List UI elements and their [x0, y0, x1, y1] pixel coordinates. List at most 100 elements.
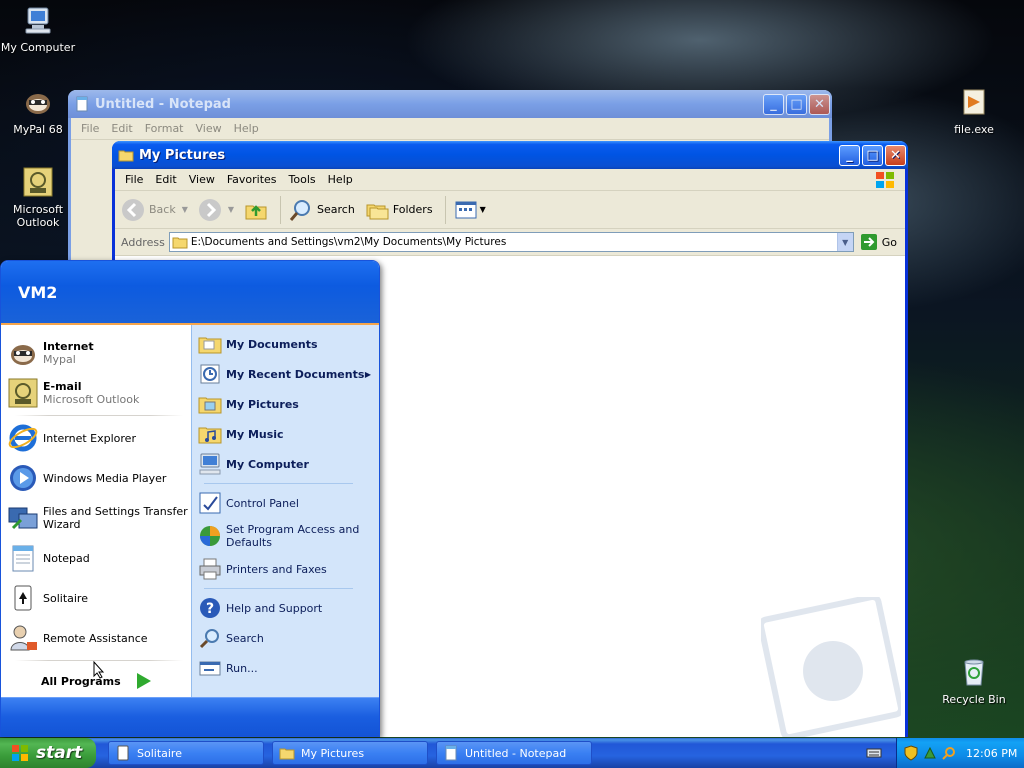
media-player-icon	[10, 465, 36, 491]
go-button[interactable]: Go	[860, 233, 897, 251]
maximize-button[interactable]: □	[786, 93, 807, 115]
place-my-computer[interactable]: My Computer	[198, 449, 379, 479]
place-label: My Computer	[226, 457, 309, 471]
help-icon: ?	[200, 598, 220, 618]
program-remote-assistance[interactable]: Remote Assistance	[7, 618, 191, 658]
clock[interactable]: 12:06 PM	[966, 747, 1017, 760]
menu-edit[interactable]: Edit	[149, 173, 182, 186]
start-button[interactable]: start	[0, 738, 96, 768]
program-notepad[interactable]: Notepad	[7, 538, 191, 578]
forward-button[interactable]: ▼	[198, 198, 234, 222]
address-path: E:\Documents and Settings\vm2\My Documen…	[190, 236, 507, 248]
folders-button[interactable]: Folders	[365, 198, 433, 222]
minimize-button[interactable]: _	[763, 93, 784, 115]
program-access-icon	[200, 526, 220, 546]
place-my-pictures[interactable]: My Pictures	[198, 389, 379, 419]
desktop-icon-mypal[interactable]: MyPal 68	[0, 86, 76, 136]
program-label: Windows Media Player	[43, 471, 167, 485]
folders-icon	[366, 204, 389, 219]
menu-favorites[interactable]: Favorites	[221, 173, 283, 186]
control-panel-icon	[199, 492, 221, 514]
program-windows-media-player[interactable]: Windows Media Player	[7, 458, 191, 498]
address-input[interactable]: E:\Documents and Settings\vm2\My Documen…	[168, 232, 854, 252]
program-solitaire[interactable]: Solitaire	[7, 578, 191, 618]
close-button[interactable]: ✕	[809, 93, 830, 115]
back-arrow-icon	[122, 198, 144, 221]
search-icon[interactable]	[941, 745, 957, 761]
setting-program-access[interactable]: Set Program Access and Defaults	[198, 518, 379, 554]
outlook-icon	[23, 167, 53, 197]
desktop-icon-my-computer[interactable]: My Computer	[0, 4, 76, 54]
search-button[interactable]: Search	[289, 198, 355, 222]
place-my-documents[interactable]: My Documents	[198, 329, 379, 359]
search-icon	[289, 199, 311, 221]
place-my-music[interactable]: My Music	[198, 419, 379, 449]
my-pictures-title: My Pictures	[139, 147, 226, 163]
setting-control-panel[interactable]: Control Panel	[198, 488, 379, 518]
menu-tools[interactable]: Tools	[283, 173, 322, 186]
place-label: My Recent Documents	[226, 367, 365, 381]
menu-file[interactable]: File	[119, 173, 149, 186]
notepad-titlebar[interactable]: Untitled - Notepad _ □ ✕	[68, 90, 832, 118]
up-folder-button[interactable]	[244, 198, 268, 222]
maximize-button[interactable]: □	[862, 144, 883, 166]
start-menu: VM2 Internet Mypal E-mail Microsoft Outloo…	[0, 260, 380, 737]
my-pictures-titlebar[interactable]: My Pictures _ □ ✕	[112, 141, 908, 169]
address-dropdown-button[interactable]: ▼	[836, 233, 853, 251]
taskbar-button-my-pictures[interactable]: My Pictures	[272, 741, 428, 765]
place-label: My Music	[226, 427, 284, 441]
windows-logo-icon	[12, 745, 28, 761]
explorer-menubar: File Edit View Favorites Tools Help	[115, 169, 905, 191]
menu-help[interactable]: Help	[322, 173, 359, 186]
search-icon	[199, 629, 219, 649]
place-my-recent-documents[interactable]: My Recent Documents ▶	[198, 359, 379, 389]
help-and-support[interactable]: ? Help and Support	[198, 593, 379, 623]
search-item[interactable]: Search	[198, 623, 379, 653]
pinned-email[interactable]: E-mail Microsoft Outlook	[7, 373, 191, 413]
menu-edit[interactable]: Edit	[105, 122, 138, 135]
menu-format[interactable]: Format	[139, 122, 190, 135]
views-icon	[455, 201, 477, 218]
keyboard-icon[interactable]	[866, 745, 882, 761]
program-label: Internet Explorer	[43, 431, 136, 445]
recent-documents-icon	[200, 364, 220, 384]
pinned-internet[interactable]: Internet Mypal	[7, 333, 191, 373]
run-item[interactable]: Run...	[198, 653, 379, 683]
system-tray: 12:06 PM	[896, 738, 1024, 768]
menu-view[interactable]: View	[183, 173, 221, 186]
pinned-subtitle: Mypal	[43, 353, 76, 366]
task-label: Solitaire	[137, 746, 182, 760]
all-programs-label: All Programs	[41, 674, 121, 688]
setting-printers-faxes[interactable]: Printers and Faxes	[198, 554, 379, 584]
views-button[interactable]: ▼	[454, 198, 486, 222]
security-shield-icon[interactable]	[903, 745, 919, 761]
menu-help[interactable]: Help	[228, 122, 265, 135]
run-icon	[199, 661, 221, 676]
user-name: VM2	[18, 283, 58, 302]
back-button[interactable]: Back ▼	[121, 198, 188, 222]
taskbar-button-notepad[interactable]: Untitled - Notepad	[436, 741, 592, 765]
menu-separator	[204, 483, 353, 484]
program-label: Files and Settings Transfer Wizard	[43, 505, 188, 531]
minimize-button[interactable]: _	[839, 144, 860, 166]
folder-icon	[279, 748, 295, 760]
chevron-down-icon: ▼	[181, 205, 188, 214]
taskbar-button-solitaire[interactable]: Solitaire	[108, 741, 264, 765]
up-folder-icon	[245, 204, 267, 219]
toolbar-separator	[280, 195, 282, 224]
folders-label: Folders	[392, 203, 433, 216]
close-button[interactable]: ✕	[885, 144, 906, 166]
chevron-down-icon: ▼	[479, 205, 486, 214]
desktop-icon-outlook[interactable]: Microsoft Outlook	[0, 166, 76, 229]
desktop-icon-file-exe[interactable]: file.exe	[936, 86, 1012, 136]
menu-view[interactable]: View	[190, 122, 228, 135]
network-icon[interactable]	[922, 745, 938, 761]
desktop-icon-recycle-bin[interactable]: Recycle Bin	[936, 656, 1012, 706]
setting-label: Set Program Access and Defaults	[226, 523, 360, 549]
program-files-settings-transfer[interactable]: Files and Settings Transfer Wizard	[7, 498, 191, 538]
program-label: Notepad	[43, 551, 90, 565]
program-internet-explorer[interactable]: Internet Explorer	[7, 418, 191, 458]
menu-file[interactable]: File	[75, 122, 105, 135]
desktop-icon-label: MyPal 68	[13, 123, 63, 136]
mypal-icon	[26, 94, 50, 114]
